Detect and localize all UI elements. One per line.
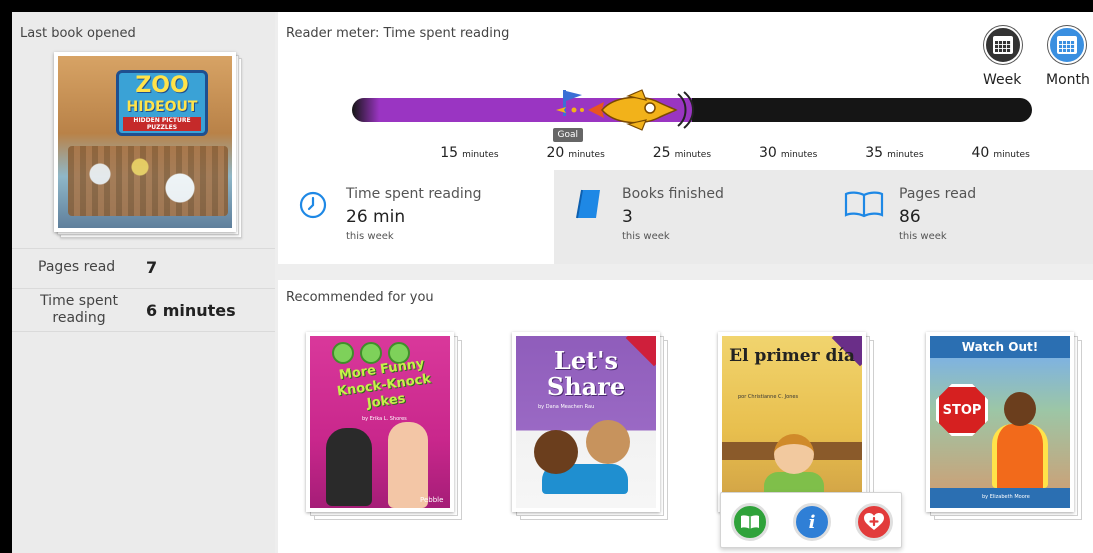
book-icon — [741, 515, 759, 529]
kid-figure — [586, 420, 630, 464]
month-button[interactable] — [1048, 26, 1086, 64]
time-spent-value: 6 minutes — [146, 301, 236, 320]
book-title: Let's Share — [546, 346, 626, 401]
book-cover: Watch Out! STOP by Elizabeth Moore — [926, 332, 1074, 512]
pages-read-row: Pages read 7 — [12, 248, 275, 284]
tick-label: 40 minutes — [971, 145, 1030, 161]
time-spent-row: Time spent reading 6 minutes — [12, 288, 275, 332]
apple-face-icon — [332, 342, 354, 364]
pages-read-label: Pages read — [38, 259, 116, 275]
info-button[interactable]: i — [793, 503, 831, 541]
cover-title-block: ZOO HIDEOUT HIDDEN PICTURE PUZZLES — [116, 70, 208, 136]
app-frame: Last book opened ZOO HIDEOUT HIDDEN PICT… — [12, 12, 1093, 553]
tick-label: 20 minutes — [546, 145, 605, 161]
recommended-section: Recommended for you More Funny Knock-Kno… — [278, 280, 1093, 553]
book-author: by Dana Meachen Rau — [538, 404, 595, 410]
recommended-book[interactable]: Watch Out! STOP by Elizabeth Moore — [926, 332, 1086, 524]
tick-label: 25 minutes — [652, 145, 712, 161]
stat-sub: this week — [346, 231, 394, 242]
info-icon: i — [808, 511, 816, 533]
book-cover: More Funny Knock-Knock Jokes by Erika L.… — [306, 332, 454, 512]
stat-value: 26 min — [346, 207, 406, 227]
stat-label: Pages read — [899, 186, 977, 202]
recommended-book[interactable]: Let's Share by Dana Meachen Rau — [512, 332, 672, 524]
book-title: El primer día — [729, 346, 855, 366]
book-cover: Let's Share by Dana Meachen Rau — [512, 332, 660, 512]
apple-face-icon — [360, 342, 382, 364]
stat-label: Time spent reading — [346, 186, 482, 202]
stat-sub: this week — [899, 231, 947, 242]
stat-sub: this week — [622, 231, 670, 242]
book-author: by Erika L. Shores — [362, 416, 407, 422]
recommended-title: Recommended for you — [286, 290, 434, 305]
pages-read-value: 7 — [146, 258, 158, 277]
last-book-panel: Last book opened ZOO HIDEOUT HIDDEN PICT… — [12, 12, 275, 553]
reader-meter-title: Reader meter: Time spent reading — [286, 26, 510, 41]
book-cover: El primer día por Christianne C. Jones — [718, 332, 866, 512]
recommended-book[interactable]: More Funny Knock-Knock Jokes by Erika L.… — [306, 332, 466, 524]
cover-subtitle: HIDDEN PICTURE PUZZLES — [123, 117, 201, 131]
book-title: More Funny Knock-Knock Jokes — [336, 356, 432, 412]
gorilla-figure — [326, 428, 372, 506]
reading-stats: Time spent reading 26 min this week Book… — [278, 170, 1093, 264]
cover-title-line1: ZOO — [135, 73, 189, 98]
week-label: Week — [983, 72, 1022, 88]
cover-illustration — [68, 146, 228, 216]
crossing-guard-face — [1004, 392, 1036, 426]
stat-value: 86 — [899, 207, 921, 227]
heart-plus-icon — [864, 513, 884, 530]
month-label: Month — [1046, 72, 1090, 88]
clock-icon — [299, 191, 327, 219]
stat-panel-right: Books finished 3 this week Pages read 86… — [554, 170, 1093, 264]
book-title: Watch Out! — [961, 340, 1039, 354]
week-button[interactable] — [984, 26, 1022, 64]
tick-label: 30 minutes — [759, 145, 818, 161]
cover-title-line2: HIDEOUT — [126, 99, 198, 115]
zoo-hideout-cover: ZOO HIDEOUT HIDDEN PICTURE PUZZLES — [54, 52, 236, 232]
open-book-icon — [844, 191, 884, 218]
stat-label: Books finished — [622, 186, 724, 202]
stat-value: 3 — [622, 207, 633, 227]
boy-head-figure — [774, 434, 814, 474]
calendar-icon — [993, 36, 1013, 54]
reader-meter: Reader meter: Time spent reading Week Mo… — [278, 12, 1093, 170]
add-favorite-button[interactable] — [855, 503, 893, 541]
book-author: por Christianne C. Jones — [738, 394, 799, 400]
last-book-cover[interactable]: ZOO HIDEOUT HIDDEN PICTURE PUZZLES — [54, 52, 242, 238]
crossing-guard-figure — [992, 424, 1048, 488]
last-book-title: Last book opened — [20, 26, 136, 41]
tick-label: 35 minutes — [865, 145, 924, 161]
calendar-icon — [1057, 36, 1077, 54]
book-author: by Elizabeth Moore — [982, 494, 1030, 500]
read-book-button[interactable] — [731, 503, 769, 541]
book-icon — [576, 189, 600, 219]
publisher-logo: Pebble — [420, 496, 444, 504]
tick-label: 15 minutes — [440, 145, 499, 161]
rocket-icon — [556, 89, 694, 131]
book-actions-popup: i — [720, 492, 902, 548]
time-spent-label: Time spent reading — [40, 293, 118, 326]
stat-time-spent: Time spent reading 26 min this week — [278, 170, 554, 264]
kid-figure — [534, 430, 578, 474]
